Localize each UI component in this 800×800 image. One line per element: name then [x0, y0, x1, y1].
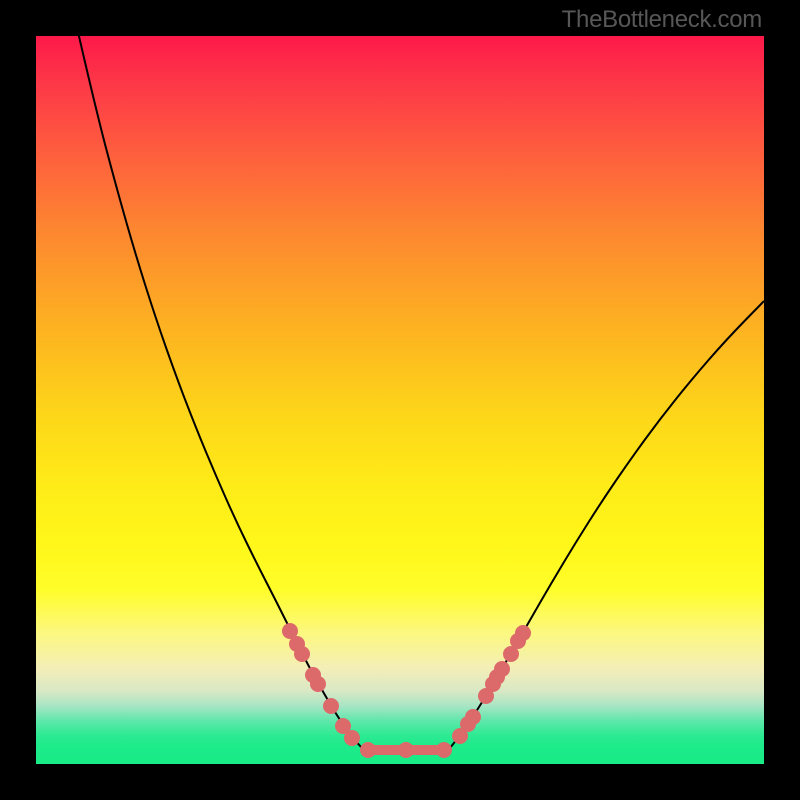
marker-bottom-1	[398, 742, 414, 758]
attribution-label: TheBottleneck.com	[562, 6, 762, 34]
marker-left-7	[344, 730, 360, 746]
plot-area	[36, 36, 764, 764]
curve-left-branch	[78, 36, 450, 750]
outer-frame: TheBottleneck.com	[0, 0, 800, 800]
marker-bottom-2	[436, 742, 452, 758]
markers-group	[282, 623, 531, 758]
marker-right-6	[494, 661, 510, 677]
marker-left-4	[310, 676, 326, 692]
marker-bottom-0	[360, 742, 376, 758]
marker-left-2	[294, 646, 310, 662]
marker-left-5	[323, 698, 339, 714]
marker-right-2	[465, 709, 481, 725]
marker-right-9	[515, 625, 531, 641]
chart-overlay	[36, 36, 764, 764]
